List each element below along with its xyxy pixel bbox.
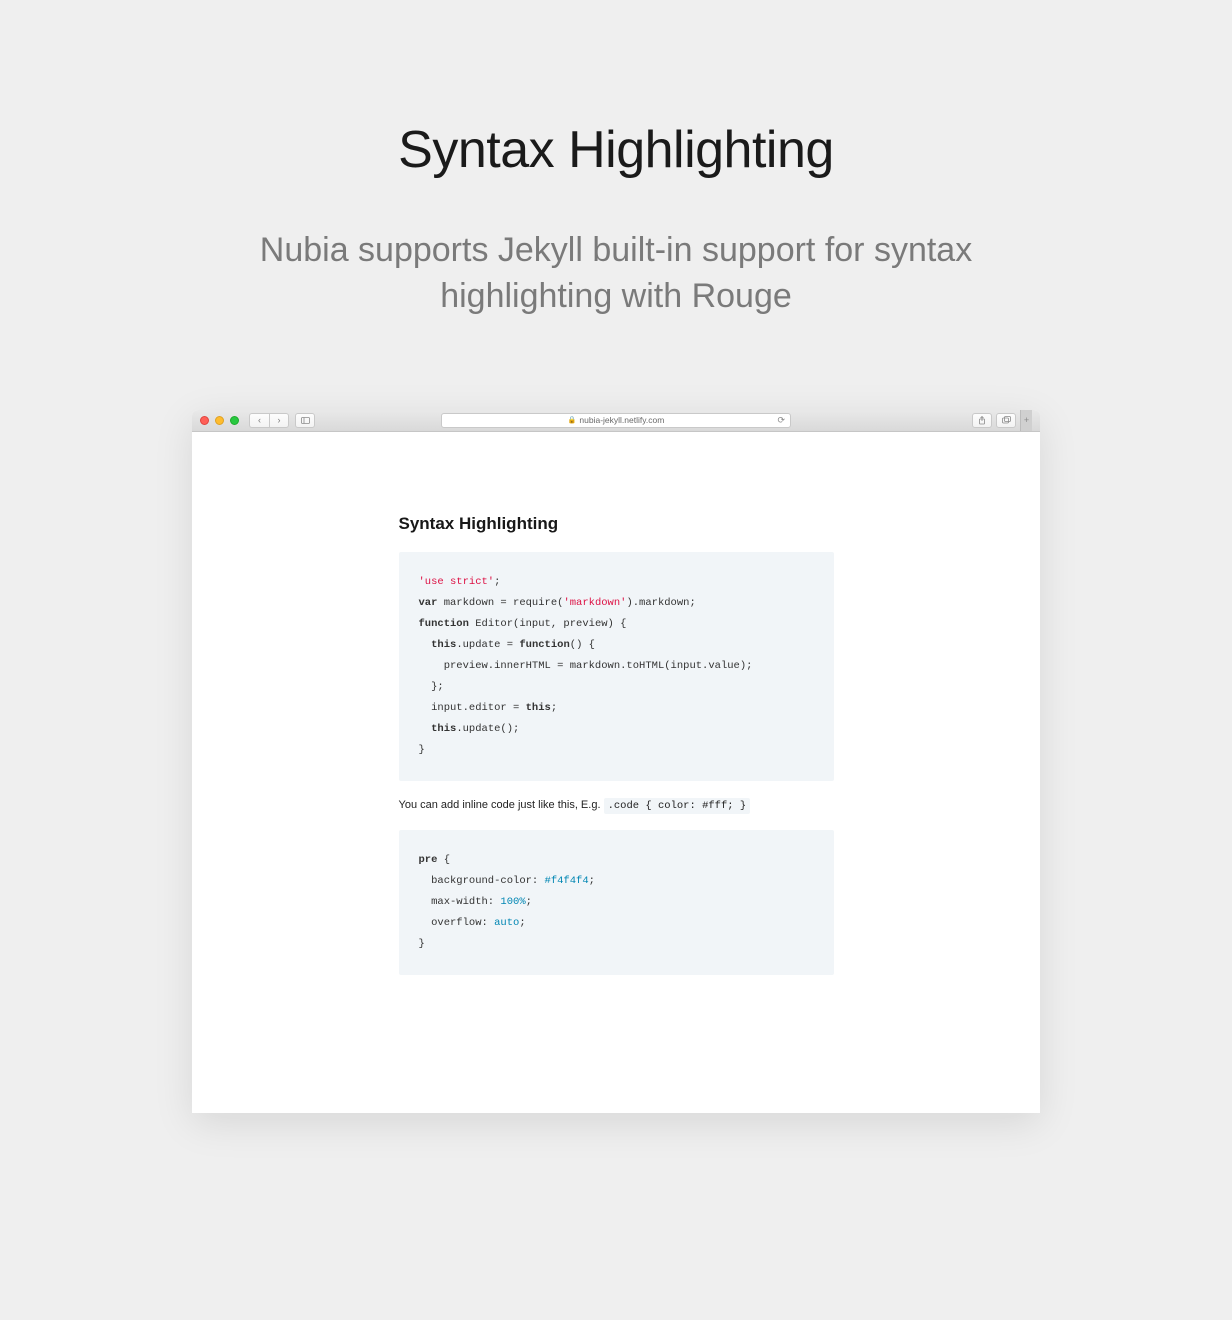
lock-icon: 🔒 — [568, 416, 577, 424]
page: Syntax Highlighting Nubia supports Jekyl… — [0, 0, 1232, 1113]
plus-icon: + — [1024, 415, 1029, 425]
url-text: nubia-jekyll.netlify.com — [579, 415, 664, 425]
browser-toolbar: ‹ › 🔒 nubia-jekyll.netlify.com ⟳ — [192, 410, 1040, 432]
tabs-button[interactable] — [996, 413, 1016, 428]
close-icon[interactable] — [200, 416, 209, 425]
article-heading: Syntax Highlighting — [399, 514, 834, 534]
chevron-left-icon: ‹ — [258, 415, 261, 425]
page-subtitle: Nubia supports Jekyll built-in support f… — [256, 228, 976, 320]
browser-window: ‹ › 🔒 nubia-jekyll.netlify.com ⟳ — [192, 410, 1040, 1113]
browser-viewport: Syntax Highlighting 'use strict';var mar… — [192, 432, 1040, 1113]
hero-section: Syntax Highlighting Nubia supports Jekyl… — [166, 120, 1066, 320]
sidebar-toggle-button[interactable] — [295, 413, 315, 428]
toolbar-right: + — [968, 410, 1032, 432]
window-controls — [200, 416, 239, 425]
nav-buttons: ‹ › — [249, 413, 289, 428]
minimize-icon[interactable] — [215, 416, 224, 425]
article: Syntax Highlighting 'use strict';var mar… — [399, 514, 834, 975]
reload-icon[interactable]: ⟳ — [777, 415, 785, 426]
chevron-right-icon: › — [278, 415, 281, 425]
code-block-css: pre { background-color: #f4f4f4; max-wid… — [399, 830, 834, 975]
share-icon — [978, 416, 986, 425]
inline-code: .code { color: #fff; } — [604, 798, 751, 814]
code-block-js: 'use strict';var markdown = require('mar… — [399, 552, 834, 781]
page-title: Syntax Highlighting — [166, 120, 1066, 180]
back-button[interactable]: ‹ — [249, 413, 269, 428]
share-button[interactable] — [972, 413, 992, 428]
tabs-icon — [1002, 416, 1011, 424]
sidebar-icon — [301, 417, 310, 424]
inline-paragraph: You can add inline code just like this, … — [399, 799, 834, 812]
new-tab-button[interactable]: + — [1020, 410, 1032, 432]
inline-text: You can add inline code just like this, … — [399, 799, 604, 811]
forward-button[interactable]: › — [269, 413, 289, 428]
address-bar[interactable]: 🔒 nubia-jekyll.netlify.com ⟳ — [441, 413, 791, 428]
maximize-icon[interactable] — [230, 416, 239, 425]
